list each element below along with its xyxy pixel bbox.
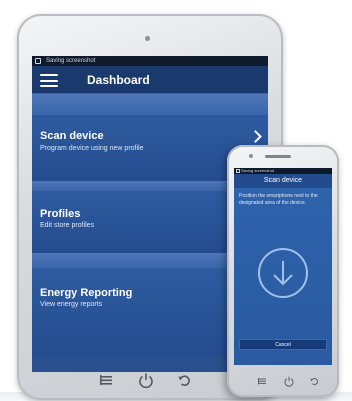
menu-icon[interactable]	[97, 371, 115, 389]
page-title: Dashboard	[87, 73, 150, 87]
menu-item-sublabel: View energy reports	[40, 301, 103, 308]
tablet-camera	[145, 36, 150, 41]
divider-band	[32, 94, 268, 115]
menu-item-label: Energy Reporting	[40, 287, 133, 299]
menu-item-sublabel: Edit store profiles	[40, 222, 95, 229]
hamburger-menu-icon[interactable]	[40, 74, 58, 87]
screenshot-icon	[35, 58, 41, 64]
back-icon[interactable]	[175, 371, 193, 389]
power-icon[interactable]	[283, 375, 295, 387]
phone-speaker	[265, 155, 291, 158]
tablet-status-bar: Saving screenshot	[32, 56, 268, 66]
menu-item-label: Profiles	[40, 208, 81, 220]
chevron-right-icon	[249, 130, 262, 143]
phone-camera	[249, 154, 253, 158]
back-icon[interactable]	[308, 375, 320, 387]
cancel-button[interactable]: Cancel	[239, 339, 327, 350]
phone-screen: Saving screenshot Scan device Position t…	[234, 168, 332, 365]
product-scene: Saving screenshot Dashboard Scan device …	[0, 0, 352, 401]
phone-status-bar: Saving screenshot	[234, 168, 332, 174]
screenshot-icon	[236, 169, 240, 173]
tablet-status-text: Saving screenshot	[46, 58, 96, 64]
phone-page-title: Scan device	[234, 174, 332, 188]
arrow-down-icon	[273, 261, 293, 286]
tablet-app-bar: Dashboard	[32, 66, 268, 94]
phone-device: Saving screenshot Scan device Position t…	[227, 145, 339, 397]
menu-icon[interactable]	[256, 375, 268, 387]
phone-status-text: Saving screenshot	[241, 168, 274, 173]
menu-item-sublabel: Program device using new profile	[40, 145, 144, 152]
phone-instruction: Position the smartphone next to the desi…	[239, 193, 318, 206]
power-icon[interactable]	[137, 371, 155, 389]
menu-item-label: Scan device	[40, 130, 104, 142]
